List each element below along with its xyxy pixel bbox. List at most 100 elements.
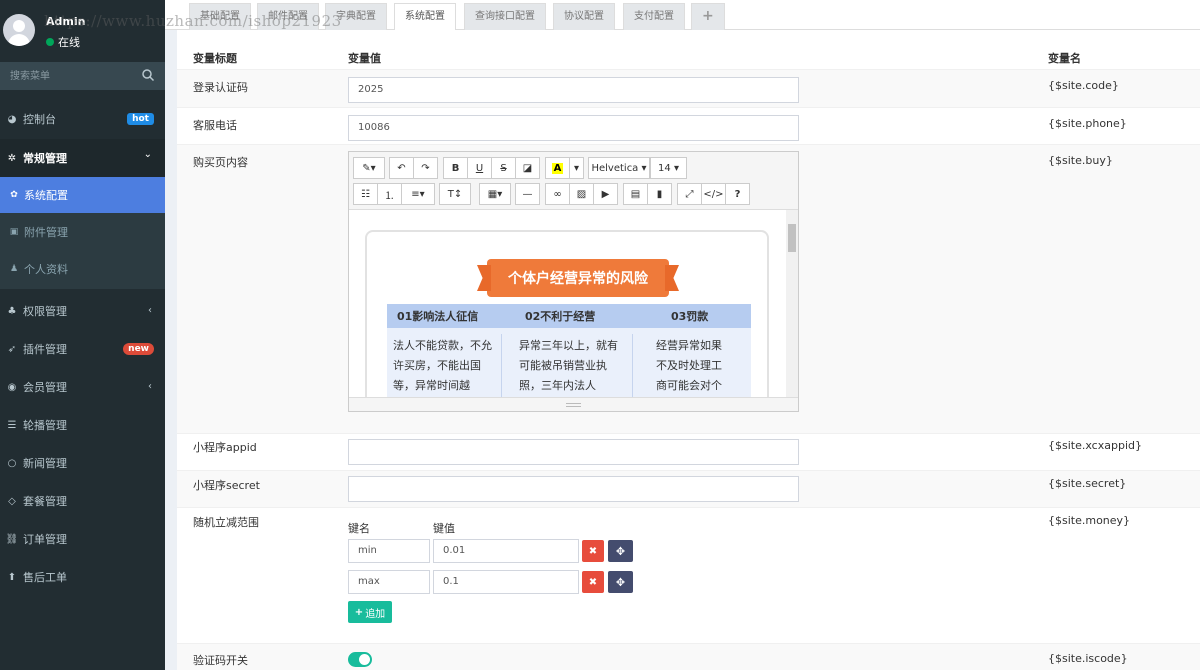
table-row: 登录认证码 2025 {$site.code} <box>177 69 1200 107</box>
poster-table: 01影响法人征信 02不利于经营 03罚款 法人不能贷款，不允许买房，不能出国等… <box>387 304 751 398</box>
grip-icon <box>566 403 581 407</box>
chevron-left-icon: ‹ <box>148 381 152 392</box>
sidebar-item-general[interactable]: ✲ 常规管理 ⌄ <box>0 139 165 177</box>
rich-text-editor[interactable]: ✎▾ ↶ ↷ B U S ◪ A ▾ Helvetica ▾ 14 ▾ ☷ ⒈ … <box>348 151 799 412</box>
ordered-list-icon[interactable]: ⒈ <box>377 183 402 205</box>
kv-value-input[interactable]: 0.1 <box>433 570 579 594</box>
remove-row-button[interactable]: ✖ <box>582 571 604 593</box>
tab-system[interactable]: 系统配置 <box>394 3 456 31</box>
tab-protocol[interactable]: 协议配置 <box>553 3 615 30</box>
tab-mail[interactable]: 邮件配置 <box>257 3 319 30</box>
row-title: 小程序secret <box>193 479 260 492</box>
sidebar-item-packages[interactable]: ◇ 套餐管理 <box>0 482 165 520</box>
append-button[interactable]: + 追加 <box>348 601 392 623</box>
sidebar-item-profile[interactable]: ♟ 个人资料 <box>0 251 165 287</box>
font-size-select[interactable]: 14 ▾ <box>650 157 687 179</box>
kv-key-input[interactable]: min <box>348 539 430 563</box>
row-var-name: {$site.phone} <box>1048 117 1127 130</box>
tab-payment[interactable]: 支付配置 <box>623 3 685 30</box>
poster-title: 个体户经营异常的风险 <box>487 259 669 297</box>
magic-style-icon[interactable]: ✎▾ <box>353 157 385 179</box>
tab-query-api[interactable]: 查询接口配置 <box>464 3 546 30</box>
underline-icon[interactable]: U <box>467 157 492 179</box>
search-icon[interactable] <box>141 68 155 82</box>
help-icon[interactable]: ? <box>725 183 750 205</box>
sidebar-item-members[interactable]: ◉ 会员管理 ‹ <box>0 368 165 406</box>
color-caret-icon[interactable]: ▾ <box>569 157 584 179</box>
link-icon[interactable]: ∞ <box>545 183 570 205</box>
video-icon[interactable]: ▶ <box>593 183 618 205</box>
row-var-name: {$site.xcxappid} <box>1048 439 1142 452</box>
drag-handle-icon[interactable]: ✥ <box>608 571 633 593</box>
poster-col-text: 经营异常如果不及时处理工商可能会对个 <box>656 339 722 392</box>
line-height-icon[interactable]: T↕ <box>439 183 471 205</box>
editor-resize-handle[interactable] <box>349 397 798 411</box>
poster-divider <box>632 334 633 398</box>
add-tab-button[interactable]: + <box>691 3 725 30</box>
phone-input[interactable]: 10086 <box>348 115 799 141</box>
sidebar-item-orders[interactable]: ⛓ 订单管理 <box>0 520 165 558</box>
poster-col-text: 法人不能贷款，不允许买房，不能出国等，异常时间越 <box>393 339 492 392</box>
eraser-icon[interactable]: ◪ <box>515 157 540 179</box>
sidebar-item-attachments[interactable]: ▣ 附件管理 <box>0 214 165 250</box>
row-var-name: {$site.iscode} <box>1048 652 1128 665</box>
drag-handle-icon[interactable]: ✥ <box>608 540 633 562</box>
sidebar-item-news[interactable]: ○ 新闻管理 <box>0 444 165 482</box>
sidebar-item-dashboard[interactable]: ◕ 控制台 hot <box>0 100 165 138</box>
align-icon[interactable]: ≡▾ <box>401 183 435 205</box>
code-view-icon[interactable]: </> <box>701 183 726 205</box>
sidebar-item-label: 附件管理 <box>24 226 68 239</box>
sidebar-item-label: 控制台 <box>23 113 56 126</box>
table-row: 验证码开关 {$site.iscode} <box>177 643 1200 670</box>
sidebar-item-label: 轮播管理 <box>23 419 67 432</box>
tab-dict[interactable]: 字典配置 <box>325 3 387 30</box>
unordered-list-icon[interactable]: ☷ <box>353 183 378 205</box>
horizontal-rule-icon[interactable]: — <box>515 183 540 205</box>
sidebar-item-tickets[interactable]: ⬆ 售后工单 <box>0 558 165 596</box>
font-family-select[interactable]: Helvetica ▾ <box>588 157 650 179</box>
file-icon[interactable]: ▮ <box>647 183 672 205</box>
scrollbar-thumb[interactable] <box>788 224 796 252</box>
circle-o-icon: ○ <box>7 457 17 469</box>
user-circle-icon: ◉ <box>7 381 17 393</box>
rocket-icon: ➶ <box>7 343 17 355</box>
kv-value-label: 键值 <box>433 522 455 535</box>
sidebar-item-carousel[interactable]: ☰ 轮播管理 <box>0 406 165 444</box>
poster-col-head: 02不利于经营 <box>525 310 596 323</box>
image-icon[interactable]: ▨ <box>569 183 594 205</box>
row-var-name: {$site.money} <box>1048 514 1131 527</box>
tab-basic[interactable]: 基础配置 <box>189 3 251 30</box>
plus-icon: + <box>354 606 364 618</box>
row-title: 随机立减范围 <box>193 516 259 529</box>
editor-content[interactable]: 个体户经营异常的风险 01影响法人征信 02不利于经营 03罚款 法人不能贷款，… <box>349 210 798 398</box>
table-icon[interactable]: ▦▾ <box>479 183 511 205</box>
avatar[interactable] <box>3 14 35 46</box>
strikethrough-icon[interactable]: S <box>491 157 516 179</box>
sidebar-item-label: 常规管理 <box>23 152 67 165</box>
row-title: 登录认证码 <box>193 81 248 94</box>
code-input[interactable]: 2025 <box>348 77 799 103</box>
sidebar-item-permissions[interactable]: ♣ 权限管理 ‹ <box>0 292 165 330</box>
sidebar-item-system-config[interactable]: ✿ 系统配置 <box>0 177 165 213</box>
sidebar-item-plugins[interactable]: ➶ 插件管理 new <box>0 330 165 368</box>
kv-value-input[interactable]: 0.01 <box>433 539 579 563</box>
online-dot-icon <box>46 38 54 46</box>
redo-icon[interactable]: ↷ <box>413 157 438 179</box>
kv-key-input[interactable]: max <box>348 570 430 594</box>
bold-icon[interactable]: B <box>443 157 468 179</box>
poster-col-text: 异常三年以上，就有可能被吊销营业执照，三年内法人 <box>519 339 618 392</box>
remove-row-button[interactable]: ✖ <box>582 540 604 562</box>
file-image-insert-icon[interactable]: ▤ <box>623 183 648 205</box>
undo-icon[interactable]: ↶ <box>389 157 414 179</box>
captcha-toggle[interactable] <box>348 652 372 667</box>
sidebar-item-label: 权限管理 <box>23 305 67 318</box>
sidebar-item-label: 订单管理 <box>23 533 67 546</box>
font-color-icon[interactable]: A <box>545 157 570 179</box>
fullscreen-icon[interactable]: ⤢ <box>677 183 702 205</box>
editor-scrollbar[interactable] <box>786 210 798 398</box>
sidebar-item-label: 套餐管理 <box>23 495 67 508</box>
secret-input[interactable] <box>348 476 799 502</box>
search-input[interactable] <box>0 62 135 90</box>
xcxappid-input[interactable] <box>348 439 799 465</box>
user-status-label: 在线 <box>58 36 80 49</box>
